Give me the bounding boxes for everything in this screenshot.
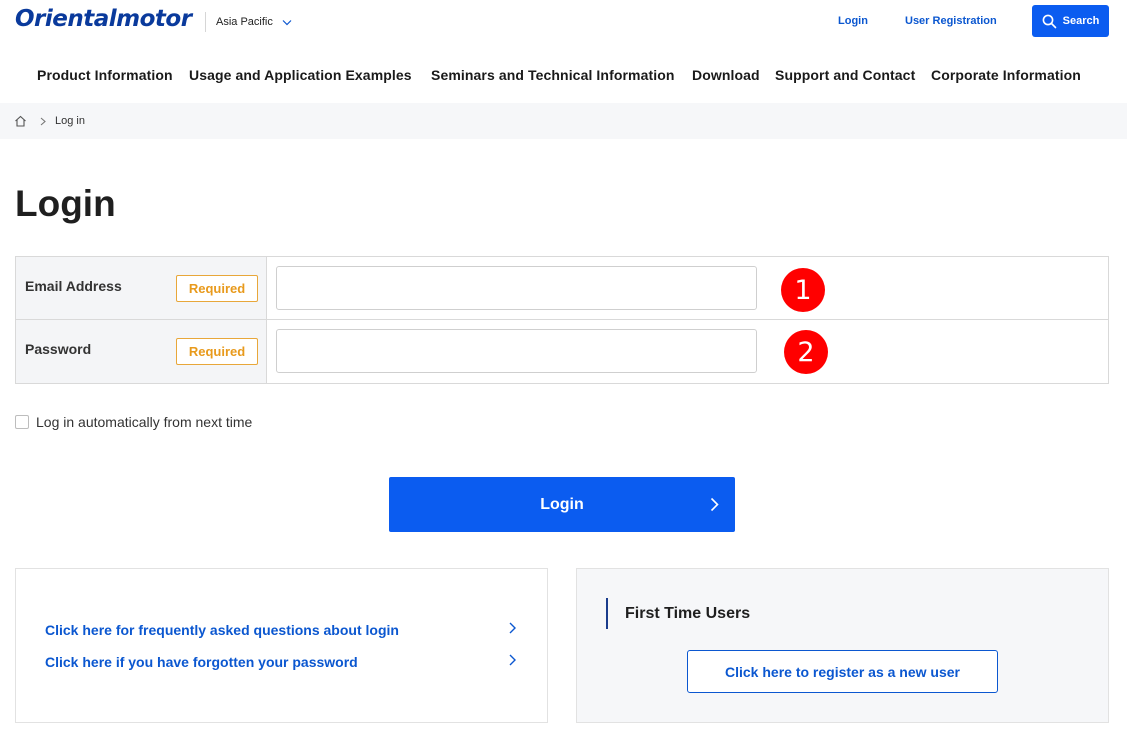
nav-support-and-contact[interactable]: Support and Contact xyxy=(775,67,915,83)
email-label: Email Address xyxy=(25,278,122,294)
section-accent-bar xyxy=(606,598,608,629)
password-label: Password xyxy=(25,341,92,357)
email-field[interactable] xyxy=(276,266,757,310)
search-icon xyxy=(1042,14,1056,28)
login-submit-label: Login xyxy=(540,495,584,513)
oriental-motor-logo[interactable]: Orientalmotor xyxy=(15,6,192,32)
region-selector[interactable]: Asia Pacific xyxy=(205,12,292,32)
home-icon[interactable] xyxy=(14,115,27,127)
auto-login-checkbox[interactable] xyxy=(15,415,29,429)
faq-login-link[interactable]: Click here for frequently asked question… xyxy=(45,622,399,638)
first-time-users-title: First Time Users xyxy=(625,605,751,622)
chevron-right-icon xyxy=(40,117,46,125)
email-label-cell: Email Address Required xyxy=(16,257,267,319)
breadcrumb: Log in xyxy=(0,103,1127,139)
required-badge: Required xyxy=(176,275,258,302)
nav-product-information[interactable]: Product Information xyxy=(37,67,173,83)
breadcrumb-current: Log in xyxy=(55,115,85,127)
chevron-right-icon xyxy=(710,497,719,512)
nav-usage-and-application-examples[interactable]: Usage and Application Examples xyxy=(189,67,412,83)
nav-corporate-information[interactable]: Corporate Information xyxy=(931,67,1081,83)
forgot-password-link[interactable]: Click here if you have forgotten your pa… xyxy=(45,654,358,670)
required-badge: Required xyxy=(176,338,258,365)
chevron-right-icon[interactable] xyxy=(509,654,516,666)
login-form: Email Address Required 1 Password Requir… xyxy=(15,256,1109,384)
annotation-marker-1: 1 xyxy=(781,268,825,312)
region-label: Asia Pacific xyxy=(216,16,273,28)
search-button[interactable]: Search xyxy=(1032,5,1109,37)
annotation-marker-2: 2 xyxy=(784,330,828,374)
password-label-cell: Password Required xyxy=(16,320,267,383)
search-button-label: Search xyxy=(1062,15,1100,27)
password-field[interactable] xyxy=(276,329,757,373)
nav-seminars-and-technical-information[interactable]: Seminars and Technical Information xyxy=(431,67,675,83)
page-title: Login xyxy=(15,183,116,224)
chevron-down-icon xyxy=(282,19,292,25)
auto-login-option[interactable]: Log in automatically from next time xyxy=(15,414,252,430)
auto-login-label: Log in automatically from next time xyxy=(36,414,253,430)
chevron-right-icon[interactable] xyxy=(509,622,516,634)
header-login-link[interactable]: Login xyxy=(838,15,868,27)
header-user-registration-link[interactable]: User Registration xyxy=(905,15,997,27)
login-help-panel: Click here for frequently asked question… xyxy=(15,568,548,723)
login-submit-button[interactable]: Login xyxy=(389,477,735,532)
nav-download[interactable]: Download xyxy=(692,67,760,83)
register-new-user-button[interactable]: Click here to register as a new user xyxy=(687,650,998,693)
email-row: Email Address Required 1 xyxy=(16,257,1108,320)
first-time-users-panel: First Time Users Click here to register … xyxy=(576,568,1109,723)
password-row: Password Required 2 xyxy=(16,320,1108,383)
